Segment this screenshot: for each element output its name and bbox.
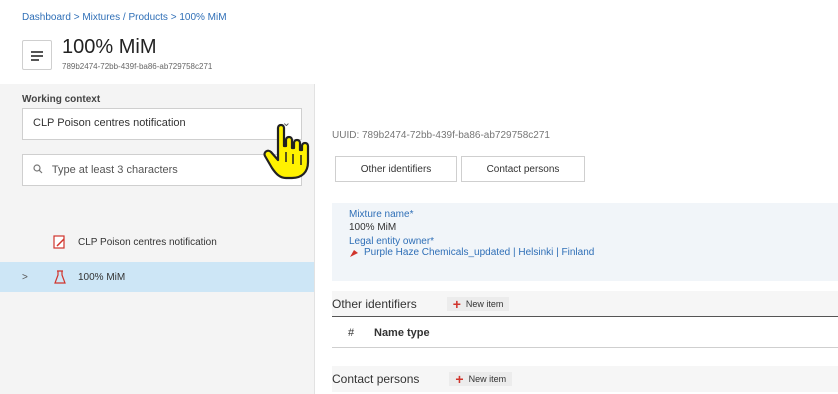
new-identifier-button[interactable]: + New item	[446, 295, 510, 312]
column-header-index: #	[348, 326, 355, 339]
working-context-value: CLP Poison centres notification	[33, 117, 186, 129]
breadcrumb: Dashboard > Mixtures / Products > 100% M…	[22, 12, 227, 23]
breadcrumb-current: 100% MiM	[179, 12, 227, 23]
other-identifiers-section-header: Other identifiers + New item	[332, 291, 838, 317]
notification-document-icon	[53, 235, 65, 249]
breadcrumb-dashboard-link[interactable]: Dashboard	[22, 12, 71, 23]
legal-entity-icon	[350, 249, 358, 257]
breadcrumb-separator: >	[167, 12, 180, 23]
hand-pointer-cursor-icon	[263, 123, 310, 180]
uuid-text: UUID: 789b2474-72bb-439f-ba86-ab729758c2…	[332, 130, 550, 141]
mixture-flask-icon	[54, 270, 66, 284]
section-title: Other identifiers	[332, 296, 417, 311]
search-placeholder: Type at least 3 characters	[51, 164, 178, 176]
legal-entity-link[interactable]: Purple Haze Chemicals_updated | Helsinki…	[349, 247, 838, 258]
breadcrumb-separator: >	[70, 12, 83, 23]
identifiers-table-header: # Name type	[332, 318, 838, 348]
mixture-name-label: Mixture name*	[349, 209, 414, 220]
expand-chevron-icon[interactable]: >	[22, 272, 52, 283]
legal-entity-label: Legal entity owner*	[349, 236, 435, 247]
tree-item-clp-notification[interactable]: CLP Poison centres notification	[0, 227, 314, 257]
contact-persons-button[interactable]: Contact persons	[461, 156, 585, 182]
new-item-label: New item	[468, 374, 507, 384]
tree-item-label: CLP Poison centres notification	[78, 236, 217, 248]
page-title: 100% MiM	[62, 36, 157, 58]
legal-entity-value: Purple Haze Chemicals_updated | Helsinki…	[364, 247, 595, 258]
working-context-select[interactable]: CLP Poison centres notification ⌄	[22, 108, 302, 140]
top-header: Dashboard > Mixtures / Products > 100% M…	[0, 0, 838, 84]
page-subtitle-uuid: 789b2474-72bb-439f-ba86-ab729758c271	[62, 62, 213, 71]
new-contact-button[interactable]: + New item	[449, 371, 513, 387]
working-context-label: Working context	[22, 94, 101, 105]
breadcrumb-mixtures-link[interactable]: Mixtures / Products	[82, 12, 168, 23]
menu-icon	[31, 50, 43, 61]
search-icon	[33, 164, 43, 174]
new-item-label: New item	[465, 298, 504, 309]
column-header-name-type: Name type	[374, 326, 430, 339]
other-identifiers-button[interactable]: Other identifiers	[335, 156, 457, 182]
mixture-summary-card: Mixture name* 100% MiM Legal entity owne…	[332, 203, 838, 281]
plus-icon: +	[452, 295, 461, 312]
section-title: Contact persons	[332, 372, 420, 386]
plus-icon: +	[455, 371, 464, 387]
tree-item-label: 100% MiM	[78, 271, 126, 283]
tree-item-mixture[interactable]: > 100% MiM	[0, 262, 314, 292]
mixture-name-value: 100% MiM	[349, 222, 397, 233]
main-content: UUID: 789b2474-72bb-439f-ba86-ab729758c2…	[315, 84, 838, 394]
menu-toggle-button[interactable]	[22, 40, 52, 70]
contact-persons-section-header: Contact persons + New item	[332, 366, 838, 392]
search-input[interactable]: Type at least 3 characters	[22, 154, 302, 186]
